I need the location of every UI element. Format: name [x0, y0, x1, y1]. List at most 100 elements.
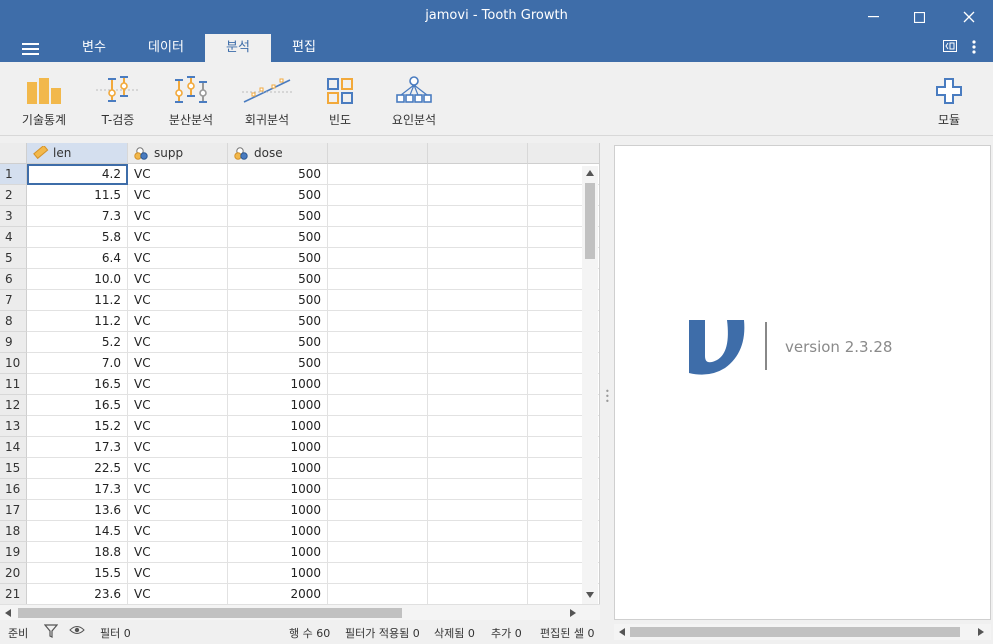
- cell-empty[interactable]: [328, 500, 428, 521]
- cell-supp[interactable]: VC: [128, 563, 228, 584]
- cell-dose[interactable]: 500: [228, 206, 328, 227]
- cell-empty[interactable]: [328, 416, 428, 437]
- cell-supp[interactable]: VC: [128, 584, 228, 605]
- cell-dose[interactable]: 1000: [228, 437, 328, 458]
- cell-supp[interactable]: VC: [128, 332, 228, 353]
- results-horizontal-scrollbar[interactable]: [614, 624, 991, 640]
- cell-empty[interactable]: [428, 332, 528, 353]
- cell-empty[interactable]: [428, 458, 528, 479]
- main-menu-button[interactable]: [22, 43, 39, 55]
- cell-dose[interactable]: 500: [228, 311, 328, 332]
- cell-empty[interactable]: [328, 458, 428, 479]
- row-number[interactable]: 1: [0, 164, 27, 185]
- cell-supp[interactable]: VC: [128, 353, 228, 374]
- cell-empty[interactable]: [328, 521, 428, 542]
- cell-empty[interactable]: [328, 374, 428, 395]
- cell-empty[interactable]: [428, 416, 528, 437]
- cell-len[interactable]: 7.0: [27, 353, 128, 374]
- cell-len[interactable]: 13.6: [27, 500, 128, 521]
- scroll-down-icon[interactable]: [586, 592, 594, 598]
- cell-empty[interactable]: [428, 437, 528, 458]
- column-header-empty[interactable]: [428, 143, 528, 164]
- scroll-left-icon[interactable]: [5, 609, 11, 617]
- cell-empty[interactable]: [428, 248, 528, 269]
- cell-len[interactable]: 15.5: [27, 563, 128, 584]
- row-number[interactable]: 5: [0, 248, 27, 269]
- cell-empty[interactable]: [428, 353, 528, 374]
- cell-empty[interactable]: [328, 353, 428, 374]
- cell-dose[interactable]: 500: [228, 269, 328, 290]
- cell-dose[interactable]: 1000: [228, 395, 328, 416]
- cell-supp[interactable]: VC: [128, 227, 228, 248]
- cell-dose[interactable]: 2000: [228, 584, 328, 605]
- row-number[interactable]: 12: [0, 395, 27, 416]
- row-number[interactable]: 7: [0, 290, 27, 311]
- cell-supp[interactable]: VC: [128, 269, 228, 290]
- row-number[interactable]: 2: [0, 185, 27, 206]
- cell-supp[interactable]: VC: [128, 374, 228, 395]
- cell-len[interactable]: 5.8: [27, 227, 128, 248]
- cell-supp[interactable]: VC: [128, 542, 228, 563]
- visibility-toggle[interactable]: [69, 624, 85, 639]
- cell-len[interactable]: 16.5: [27, 374, 128, 395]
- cell-empty[interactable]: [428, 521, 528, 542]
- cell-empty[interactable]: [328, 206, 428, 227]
- cell-supp[interactable]: VC: [128, 290, 228, 311]
- cell-empty[interactable]: [428, 185, 528, 206]
- row-number[interactable]: 10: [0, 353, 27, 374]
- cell-supp[interactable]: VC: [128, 164, 228, 185]
- tab-data[interactable]: 데이터: [134, 34, 198, 62]
- cell-dose[interactable]: 500: [228, 185, 328, 206]
- cell-empty[interactable]: [328, 437, 428, 458]
- cell-empty[interactable]: [428, 374, 528, 395]
- cell-empty[interactable]: [328, 227, 428, 248]
- cell-empty[interactable]: [328, 185, 428, 206]
- row-number[interactable]: 8: [0, 311, 27, 332]
- cell-dose[interactable]: 500: [228, 248, 328, 269]
- cell-len[interactable]: 17.3: [27, 437, 128, 458]
- cell-dose[interactable]: 500: [228, 164, 328, 185]
- tab-edit[interactable]: 편집: [274, 34, 334, 62]
- cell-dose[interactable]: 1000: [228, 500, 328, 521]
- ttests-button[interactable]: T-검증: [94, 72, 142, 128]
- cell-len[interactable]: 23.6: [27, 584, 128, 605]
- cell-supp[interactable]: VC: [128, 416, 228, 437]
- cell-empty[interactable]: [428, 584, 528, 605]
- scroll-right-icon[interactable]: [570, 609, 576, 617]
- cell-dose[interactable]: 1000: [228, 563, 328, 584]
- cell-empty[interactable]: [428, 269, 528, 290]
- cell-supp[interactable]: VC: [128, 500, 228, 521]
- cell-len[interactable]: 11.2: [27, 290, 128, 311]
- cell-dose[interactable]: 500: [228, 290, 328, 311]
- cell-empty[interactable]: [328, 269, 428, 290]
- cell-empty[interactable]: [428, 290, 528, 311]
- cell-dose[interactable]: 1000: [228, 521, 328, 542]
- scroll-thumb[interactable]: [585, 183, 595, 259]
- cell-supp[interactable]: VC: [128, 185, 228, 206]
- cell-empty[interactable]: [328, 479, 428, 500]
- modules-button[interactable]: 모듈: [930, 72, 968, 128]
- cell-empty[interactable]: [428, 542, 528, 563]
- anova-button[interactable]: 분산분석: [165, 72, 217, 128]
- scroll-thumb[interactable]: [630, 627, 960, 637]
- cell-empty[interactable]: [428, 164, 528, 185]
- cell-len[interactable]: 4.2: [27, 164, 128, 185]
- column-header-empty[interactable]: [528, 143, 599, 164]
- cell-supp[interactable]: VC: [128, 395, 228, 416]
- row-number[interactable]: 16: [0, 479, 27, 500]
- scroll-up-icon[interactable]: [586, 170, 594, 176]
- row-number[interactable]: 19: [0, 542, 27, 563]
- column-header-len[interactable]: len: [27, 143, 128, 164]
- scroll-right-icon[interactable]: [978, 628, 984, 636]
- cell-empty[interactable]: [328, 332, 428, 353]
- cell-len[interactable]: 5.2: [27, 332, 128, 353]
- cell-len[interactable]: 16.5: [27, 395, 128, 416]
- row-number[interactable]: 17: [0, 500, 27, 521]
- row-number[interactable]: 13: [0, 416, 27, 437]
- cell-empty[interactable]: [428, 206, 528, 227]
- cell-empty[interactable]: [328, 563, 428, 584]
- cell-empty[interactable]: [428, 500, 528, 521]
- cell-empty[interactable]: [328, 290, 428, 311]
- minimize-button[interactable]: [848, 0, 898, 34]
- cell-supp[interactable]: VC: [128, 521, 228, 542]
